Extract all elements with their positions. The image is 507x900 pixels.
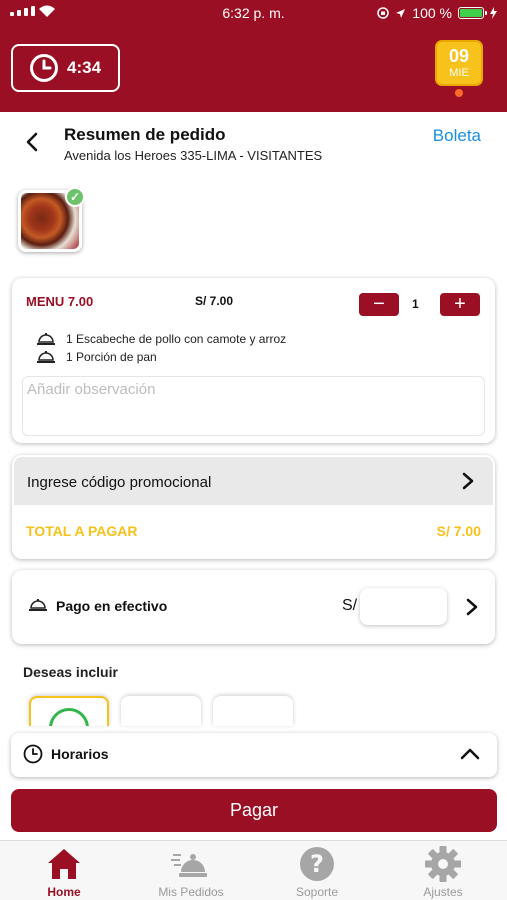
- cash-amount-input[interactable]: [360, 588, 447, 625]
- tab-soporte[interactable]: ? Soporte: [262, 845, 372, 899]
- app-header: 4:34 09 MIE: [0, 26, 507, 112]
- status-bar: 6:32 p. m. 100 %: [0, 0, 507, 26]
- decrease-quantity-button[interactable]: −: [359, 293, 399, 316]
- boleta-link[interactable]: Boleta: [433, 126, 481, 146]
- timer-box: 4:34: [11, 44, 120, 92]
- clock-icon: [23, 744, 43, 764]
- pay-button[interactable]: Pagar: [11, 789, 497, 832]
- battery-icon: [458, 7, 487, 19]
- payment-method-label: Pago en efectivo: [56, 598, 168, 614]
- include-section-title: Deseas incluir: [23, 664, 118, 680]
- selected-ring-icon: [49, 708, 89, 726]
- tab-bar: Home Mis Pedidos ? Soporte Ajustes: [0, 840, 507, 900]
- svg-text:?: ?: [310, 850, 324, 878]
- order-card: MENU 7.00 S/ 7.00 − 1 + 1 Escabeche de p…: [12, 278, 495, 443]
- question-icon: ?: [300, 847, 334, 881]
- product-thumbnail[interactable]: ✓: [18, 187, 85, 252]
- chevron-right-icon: [462, 472, 474, 490]
- include-option[interactable]: [213, 696, 293, 726]
- promo-label: Ingrese código promocional: [27, 474, 212, 491]
- delivery-icon: [171, 854, 207, 877]
- list-item: 1 Porción de pan: [36, 350, 157, 364]
- gear-icon: [425, 846, 461, 882]
- tab-label: Soporte: [295, 885, 339, 899]
- clock-icon: [30, 54, 58, 82]
- page-title: Resumen de pedido: [64, 125, 226, 144]
- list-item: 1 Escabeche de pollo con camote y arroz: [36, 332, 286, 346]
- timer-value: 4:34: [67, 58, 102, 77]
- horarios-panel[interactable]: Horarios: [11, 733, 497, 777]
- menu-price: S/ 7.00: [195, 294, 234, 308]
- promo-card: Ingrese código promocional TOTAL A PAGAR…: [12, 455, 495, 559]
- item-label: 1 Escabeche de pollo con camote y arroz: [66, 332, 287, 346]
- notification-dot: [455, 89, 463, 97]
- payment-currency: S/: [342, 597, 358, 614]
- payment-card: Pago en efectivo S/: [12, 570, 495, 644]
- tab-label: Home: [47, 885, 81, 899]
- observation-field[interactable]: Añadir observación: [22, 376, 485, 436]
- tab-label: Ajustes: [423, 885, 463, 899]
- lock-rotation-icon: [377, 7, 390, 19]
- check-icon: ✓: [65, 187, 85, 207]
- date-badge[interactable]: 09 MIE: [435, 40, 483, 86]
- dish-icon: [37, 351, 55, 363]
- back-arrow-icon[interactable]: [22, 130, 44, 154]
- chevron-up-icon[interactable]: [459, 746, 481, 762]
- total-label: TOTAL A PAGAR: [26, 523, 138, 539]
- date-weekday: MIE: [449, 67, 469, 79]
- cash-icon: [29, 599, 47, 611]
- total-value: S/ 7.00: [436, 523, 481, 539]
- promo-code-row[interactable]: Ingrese código promocional: [14, 457, 493, 505]
- chevron-right-icon[interactable]: [465, 597, 479, 617]
- tab-ajustes[interactable]: Ajustes: [388, 845, 498, 899]
- tab-mis-pedidos[interactable]: Mis Pedidos: [136, 845, 246, 899]
- dish-icon: [37, 333, 55, 345]
- quantity-value: 1: [412, 297, 419, 311]
- include-option[interactable]: [121, 696, 201, 726]
- tab-home[interactable]: Home: [9, 845, 119, 899]
- menu-name: MENU 7.00: [26, 294, 94, 309]
- item-label: 1 Porción de pan: [66, 350, 157, 364]
- date-day: 09: [448, 46, 470, 66]
- include-option-selected[interactable]: [29, 696, 109, 726]
- page-address: Avenida los Heroes 335-LIMA - VISITANTES: [64, 148, 323, 163]
- charging-icon: [490, 7, 497, 19]
- home-icon: [48, 849, 80, 879]
- tab-label: Mis Pedidos: [158, 885, 224, 899]
- location-icon: [396, 8, 406, 18]
- battery-percent: 100 %: [412, 5, 452, 21]
- horarios-label: Horarios: [51, 746, 109, 762]
- increase-quantity-button[interactable]: +: [440, 293, 480, 316]
